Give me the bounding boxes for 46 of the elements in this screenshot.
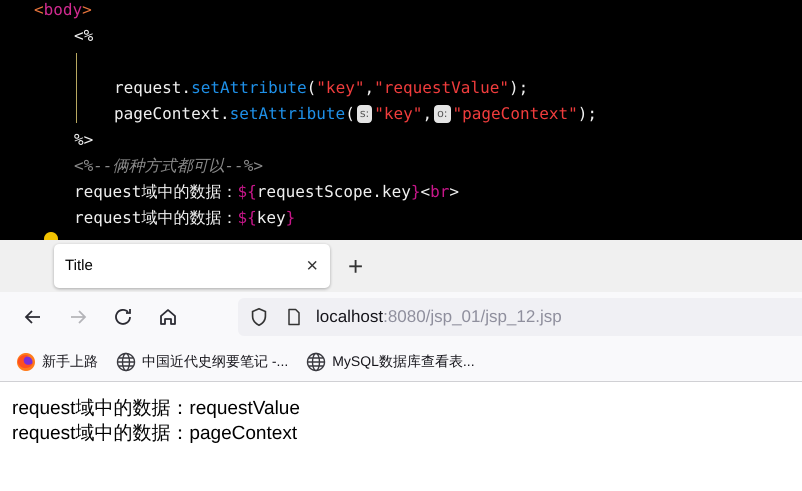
page-text: request域中的数据：pageContext	[12, 422, 298, 446]
close-button[interactable]: ×	[306, 256, 318, 276]
code-token: setAttribute	[191, 77, 307, 99]
code-token: <	[420, 181, 430, 203]
code-token: request.	[114, 77, 192, 99]
page-text: request域中的数据：requestValue	[12, 397, 301, 421]
code-token: br	[430, 181, 450, 203]
code-token: "pageContext"	[452, 103, 578, 125]
new-tab-button[interactable]: +	[348, 246, 364, 286]
code-token: ,	[422, 103, 432, 125]
code-token: (	[306, 77, 316, 99]
code-token: setAttribute	[230, 103, 346, 125]
code-token: "requestValue"	[374, 77, 509, 99]
bookmark-item[interactable]: MySQL数据库查看表...	[306, 351, 475, 372]
url-text: localhost:8080/jsp_01/jsp_12.jsp	[316, 306, 562, 328]
code-token: ${	[237, 181, 257, 203]
code-token: "key"	[316, 77, 364, 99]
parameter-hint: s:	[356, 105, 372, 123]
bookmark-item[interactable]: 新手上路	[16, 351, 98, 372]
code-token: }	[410, 181, 420, 203]
code-token: );	[508, 77, 528, 99]
code-token: <%	[74, 25, 94, 47]
code-token: >	[449, 181, 460, 203]
firefox-icon	[16, 352, 36, 372]
code-token: ,	[364, 77, 374, 99]
code-token: }	[286, 207, 296, 229]
code-token: request域中的数据：	[74, 207, 238, 229]
address-bar[interactable]: localhost:8080/jsp_01/jsp_12.jsp	[238, 298, 802, 336]
code-token: (	[345, 103, 355, 125]
browser-tab[interactable]: Title ×	[54, 244, 330, 288]
code-token: >	[82, 0, 92, 21]
code-token: %>	[74, 129, 94, 151]
globe-icon	[306, 352, 326, 372]
code-token: request域中的数据：	[74, 181, 238, 203]
code-token: requestScope.key	[256, 181, 411, 203]
code-token: pageContext.	[114, 103, 230, 125]
code-token: key	[256, 207, 286, 229]
parameter-hint: o:	[434, 105, 451, 123]
code-token: );	[578, 103, 598, 125]
code-token: ${	[237, 207, 257, 229]
globe-icon	[116, 352, 136, 372]
code-token: "key"	[374, 103, 422, 125]
code-token: <	[34, 0, 44, 21]
code-comment: <%--俩种方式都可以--%>	[74, 155, 264, 177]
bookmark-item[interactable]: 中国近代史纲要笔记 -...	[116, 351, 288, 372]
code-token: body	[44, 0, 82, 21]
